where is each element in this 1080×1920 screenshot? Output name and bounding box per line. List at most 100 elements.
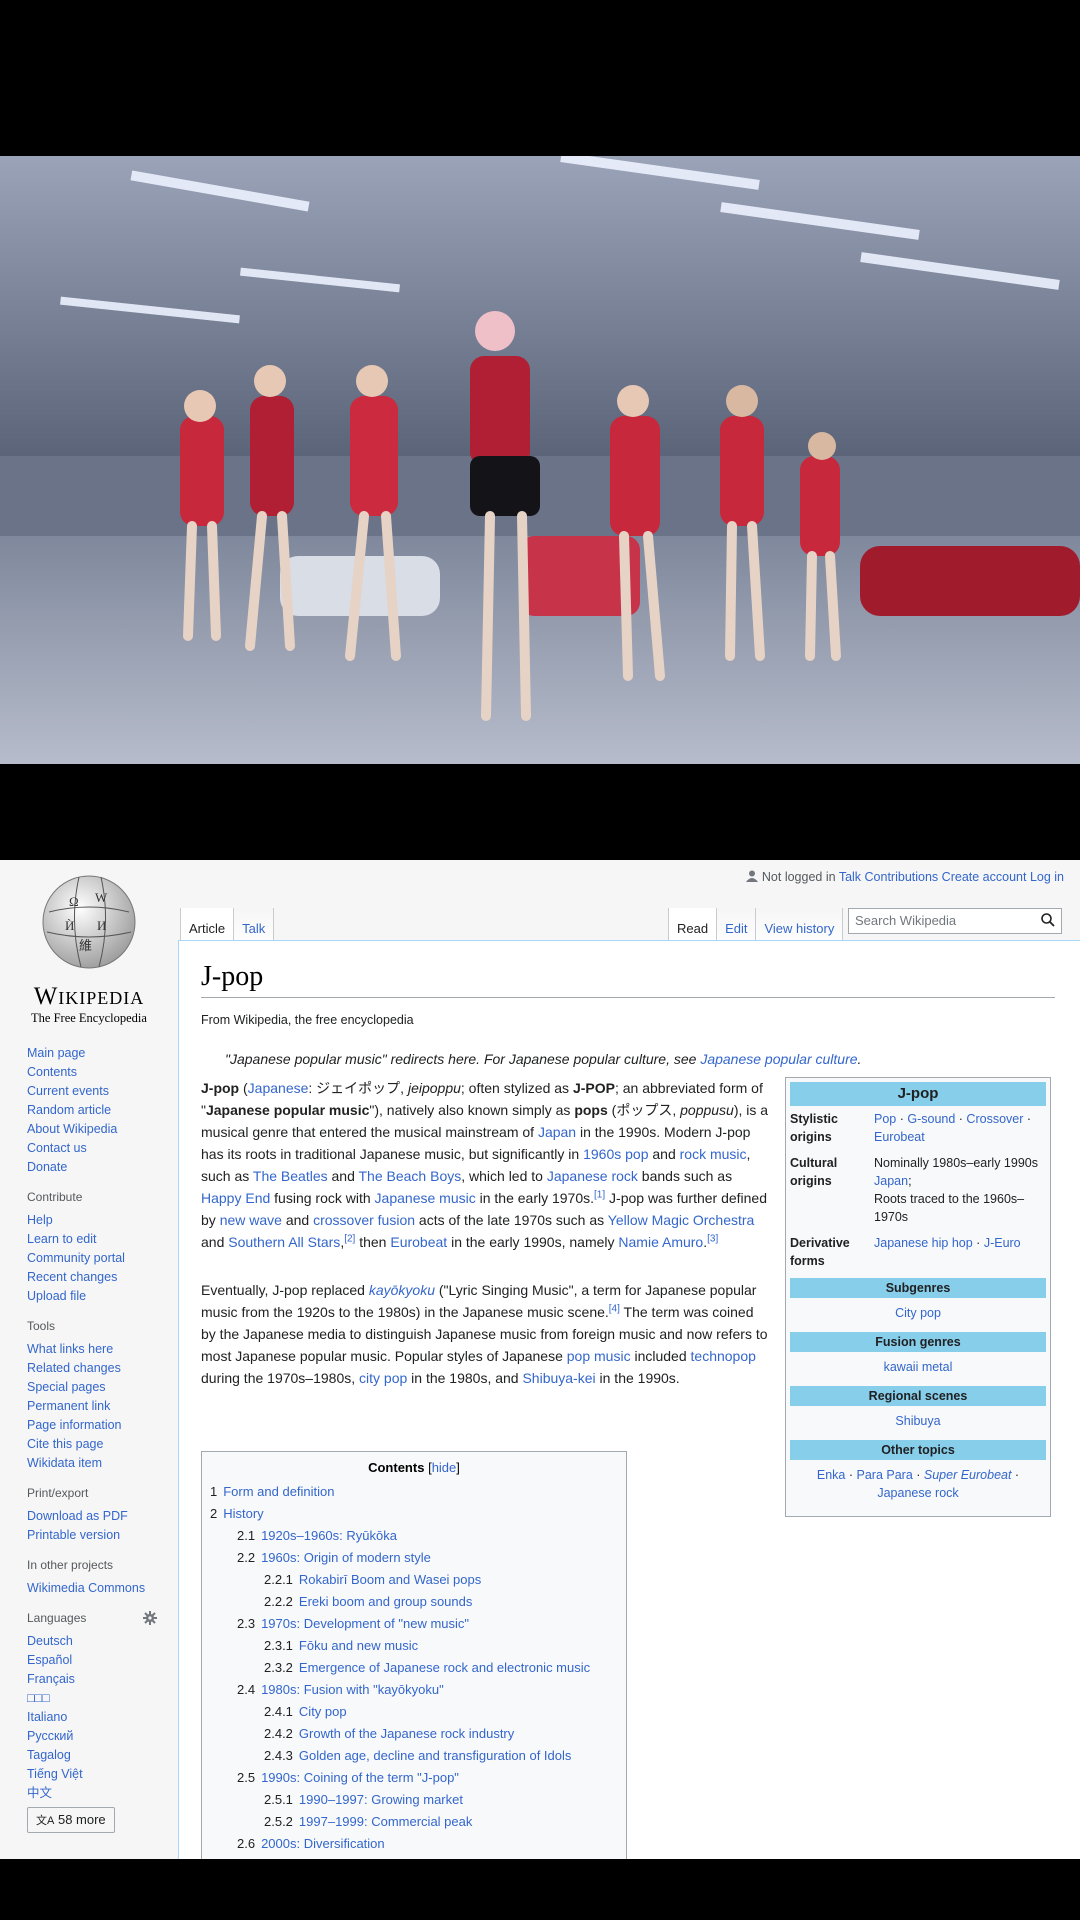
sidebar-item-download-as-pdf[interactable]: Download as PDF xyxy=(27,1507,157,1526)
link-japan-infobox[interactable]: Japan xyxy=(874,1174,908,1188)
infobox-link-j-euro[interactable]: J-Euro xyxy=(984,1236,1021,1250)
toc-link[interactable]: Fōku and new music xyxy=(299,1638,418,1653)
sidebar-item-community-portal[interactable]: Community portal xyxy=(27,1249,157,1268)
toc-item[interactable]: 2 History xyxy=(210,1503,618,1525)
toc-link[interactable]: City pop xyxy=(299,1704,347,1719)
toc-link[interactable]: Emergence of Japanese rock and electroni… xyxy=(299,1660,590,1675)
log-in-link[interactable]: Log in xyxy=(1030,870,1064,884)
link-the-beatles[interactable]: The Beatles xyxy=(253,1168,328,1184)
link-the-beach-boys[interactable]: The Beach Boys xyxy=(359,1168,462,1184)
citation-4[interactable]: [4] xyxy=(609,1303,620,1314)
link-kayokyoku[interactable]: kayōkyoku xyxy=(369,1282,435,1298)
citation-1[interactable]: [1] xyxy=(594,1189,605,1200)
sidebar-item-wikimedia-commons[interactable]: Wikimedia Commons xyxy=(27,1579,157,1598)
link-eurobeat[interactable]: Eurobeat xyxy=(390,1234,447,1250)
toc-link[interactable]: 2000s: Diversification xyxy=(261,1836,385,1851)
link-japanese-music[interactable]: Japanese music xyxy=(375,1190,476,1206)
toc-link[interactable]: Form and definition xyxy=(223,1484,334,1499)
language-link-fran-ais[interactable]: Français xyxy=(27,1670,157,1689)
toc-link[interactable]: 1960s: Origin of modern style xyxy=(261,1550,431,1565)
sidebar-item-wikidata-item[interactable]: Wikidata item xyxy=(27,1454,157,1473)
link-rock-music[interactable]: rock music xyxy=(680,1146,747,1162)
sidebar-item-main-page[interactable]: Main page xyxy=(27,1044,157,1063)
gear-icon[interactable] xyxy=(143,1611,157,1625)
toc-item[interactable]: 2.4.2 Growth of the Japanese rock industr… xyxy=(210,1723,618,1745)
sidebar-item-printable-version[interactable]: Printable version xyxy=(27,1526,157,1545)
contributions-link[interactable]: Contributions xyxy=(865,870,939,884)
link-japanese-rock[interactable]: Japanese rock xyxy=(547,1168,638,1184)
sidebar-item-contact-us[interactable]: Contact us xyxy=(27,1139,157,1158)
sidebar-item-contents[interactable]: Contents xyxy=(27,1063,157,1082)
link-namie-amuro[interactable]: Namie Amuro xyxy=(618,1234,703,1250)
toc-link[interactable]: 1980s: Fusion with "kayōkyoku" xyxy=(261,1682,444,1697)
language-link-deutsch[interactable]: Deutsch xyxy=(27,1632,157,1651)
toc-item[interactable]: 2.3.2 Emergence of Japanese rock and elec… xyxy=(210,1657,618,1679)
link-technopop[interactable]: technopop xyxy=(691,1348,756,1364)
toc-link[interactable]: Rokabirī Boom and Wasei pops xyxy=(299,1572,481,1587)
sidebar-item-what-links-here[interactable]: What links here xyxy=(27,1340,157,1359)
link-japan[interactable]: Japan xyxy=(538,1124,576,1140)
toc-link[interactable]: 1990–1997: Growing market xyxy=(299,1792,463,1807)
hatnote-link[interactable]: Japanese popular culture xyxy=(700,1051,857,1067)
toc-link[interactable]: 1920s–1960s: Ryūkōka xyxy=(261,1528,397,1543)
link-happy-end[interactable]: Happy End xyxy=(201,1190,270,1206)
toc-item[interactable]: 2.5.2 1997–1999: Commercial peak xyxy=(210,1811,618,1833)
more-languages-button[interactable]: 文A 58 more xyxy=(27,1807,115,1833)
sidebar-item-permanent-link[interactable]: Permanent link xyxy=(27,1397,157,1416)
infobox-link-para-para[interactable]: Para Para xyxy=(857,1468,913,1482)
link-yellow-magic-orchestra[interactable]: Yellow Magic Orchestra xyxy=(608,1212,755,1228)
toc-link[interactable]: Growth of the Japanese rock industry xyxy=(299,1726,514,1741)
language-link-item[interactable]: □□□ xyxy=(27,1689,157,1708)
wikipedia-logo[interactable]: Ω W Ѝ И維 Wikipedia The Free Encyclopedia xyxy=(24,872,154,1025)
video-frame[interactable] xyxy=(0,156,1080,764)
sidebar-item-about-wikipedia[interactable]: About Wikipedia xyxy=(27,1120,157,1139)
search-icon[interactable] xyxy=(1041,913,1055,927)
infobox-link-pop[interactable]: Pop xyxy=(874,1112,896,1126)
infobox-link-eurobeat[interactable]: Eurobeat xyxy=(874,1130,925,1144)
link-regional[interactable]: Shibuya xyxy=(895,1414,940,1428)
sidebar-item-recent-changes[interactable]: Recent changes xyxy=(27,1268,157,1287)
search-input[interactable]: Search Wikipedia xyxy=(848,908,1062,934)
infobox-link-g-sound[interactable]: G-sound xyxy=(907,1112,955,1126)
sidebar-item-donate[interactable]: Donate xyxy=(27,1158,157,1177)
link-southern-all-stars[interactable]: Southern All Stars xyxy=(228,1234,340,1250)
citation-2[interactable]: [2] xyxy=(344,1233,355,1244)
link-new-wave[interactable]: new wave xyxy=(220,1212,282,1228)
toc-link[interactable]: Golden age, decline and transfiguration … xyxy=(299,1748,571,1763)
link-fusion[interactable]: kawaii metal xyxy=(884,1360,953,1374)
toc-item[interactable]: 2.1 1920s–1960s: Ryūkōka xyxy=(210,1525,618,1547)
talk-link[interactable]: Talk xyxy=(839,870,861,884)
link-city-pop[interactable]: city pop xyxy=(359,1370,407,1386)
link-1960s-pop[interactable]: 1960s pop xyxy=(583,1146,648,1162)
sidebar-item-upload-file[interactable]: Upload file xyxy=(27,1287,157,1306)
citation-3[interactable]: [3] xyxy=(707,1233,718,1244)
toc-link[interactable]: 1970s: Development of "new music" xyxy=(261,1616,469,1631)
sidebar-item-cite-this-page[interactable]: Cite this page xyxy=(27,1435,157,1454)
toc-link[interactable]: 1990s: Coining of the term "J-pop" xyxy=(261,1770,459,1785)
toc-link[interactable]: History xyxy=(223,1506,263,1521)
language-link-ti-ng-vi-t[interactable]: Tiếng Việt xyxy=(27,1765,157,1784)
toc-item[interactable]: 1 Form and definition xyxy=(210,1481,618,1503)
toc-hide-link[interactable]: hide xyxy=(432,1460,457,1475)
toc-link[interactable]: Ereki boom and group sounds xyxy=(299,1594,472,1609)
infobox-link-crossover[interactable]: Crossover xyxy=(966,1112,1023,1126)
toc-item[interactable]: 2.6.1 Avex group xyxy=(210,1855,618,1859)
toc-item[interactable]: 2.6 2000s: Diversification xyxy=(210,1833,618,1855)
link-japanese[interactable]: Japanese xyxy=(248,1080,309,1096)
link-shibuya-kei[interactable]: Shibuya-kei xyxy=(522,1370,595,1386)
link-crossover-fusion[interactable]: crossover fusion xyxy=(313,1212,415,1228)
language-link-item[interactable]: Русский xyxy=(27,1727,157,1746)
language-link-item[interactable]: 中文 xyxy=(27,1784,157,1803)
sidebar-item-related-changes[interactable]: Related changes xyxy=(27,1359,157,1378)
infobox-link-super-eurobeat[interactable]: Super Eurobeat xyxy=(924,1468,1012,1482)
toc-item[interactable]: 2.4.1 City pop xyxy=(210,1701,618,1723)
infobox-link-japanese-hip-hop[interactable]: Japanese hip hop xyxy=(874,1236,973,1250)
toc-item[interactable]: 2.4.3 Golden age, decline and transfigura… xyxy=(210,1745,618,1767)
language-link-tagalog[interactable]: Tagalog xyxy=(27,1746,157,1765)
toc-item[interactable]: 2.2 1960s: Origin of modern style xyxy=(210,1547,618,1569)
sidebar-item-learn-to-edit[interactable]: Learn to edit xyxy=(27,1230,157,1249)
language-link-espa-ol[interactable]: Español xyxy=(27,1651,157,1670)
sidebar-item-help[interactable]: Help xyxy=(27,1211,157,1230)
link-pop-music[interactable]: pop music xyxy=(567,1348,631,1364)
sidebar-item-current-events[interactable]: Current events xyxy=(27,1082,157,1101)
